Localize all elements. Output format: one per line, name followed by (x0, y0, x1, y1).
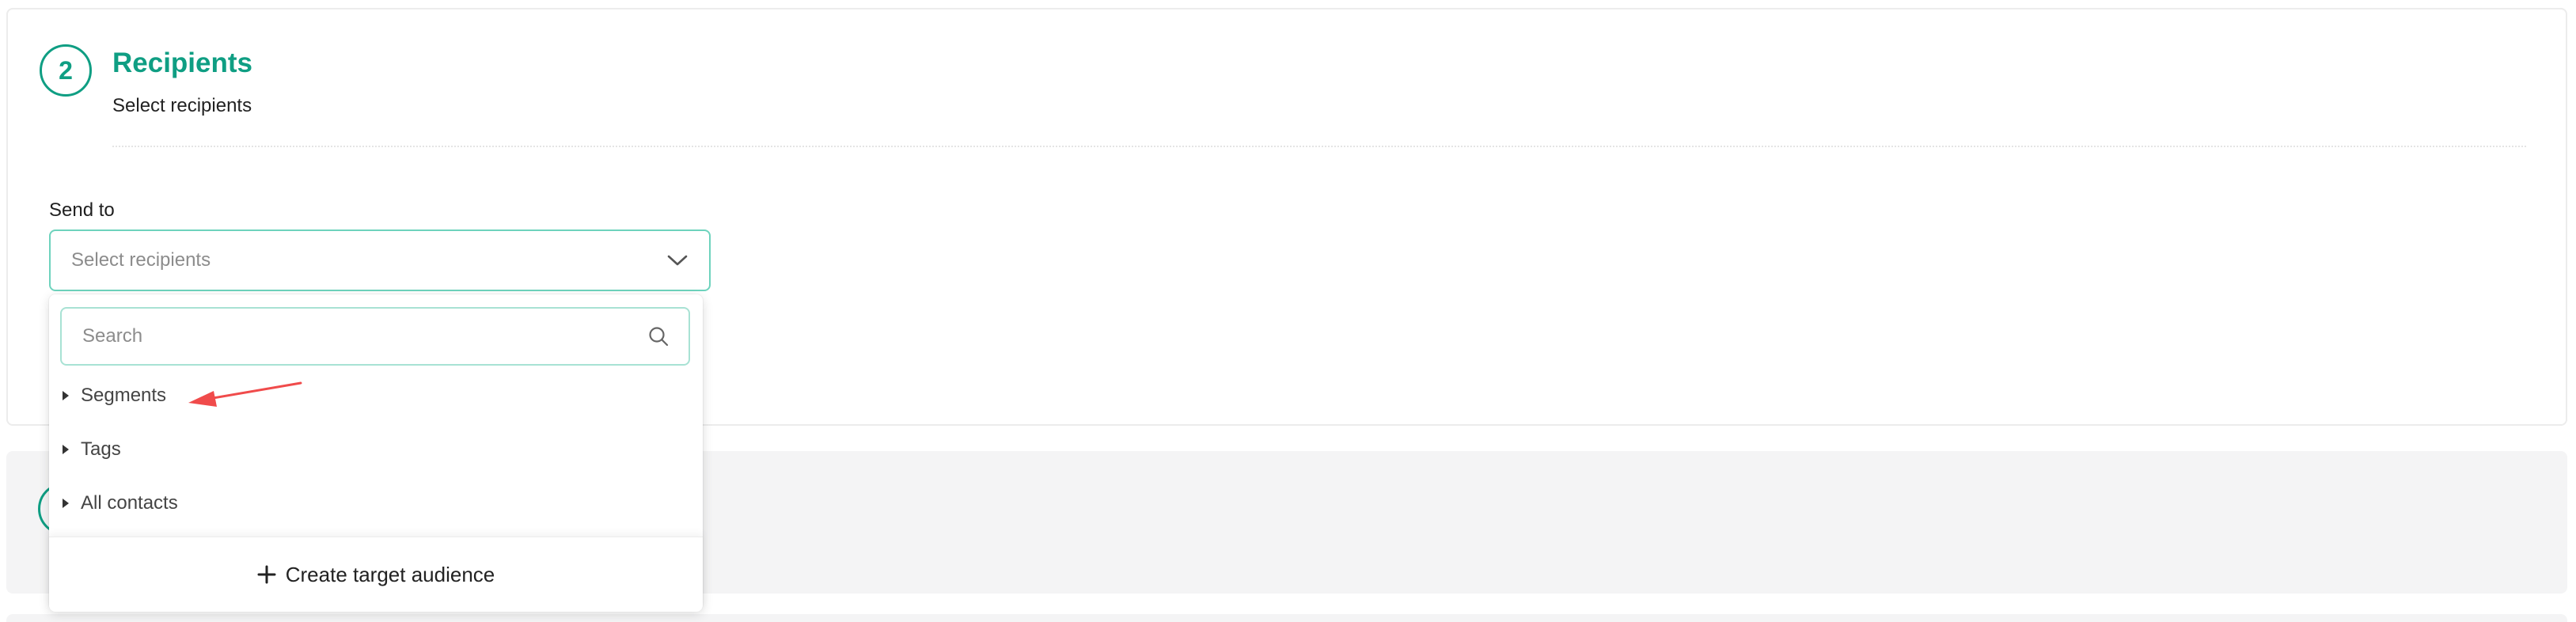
tree-item-label: Segments (81, 385, 167, 406)
tree-item-tags[interactable]: Tags (62, 432, 687, 467)
create-target-audience-label: Create target audience (285, 562, 495, 586)
search-input[interactable] (81, 324, 647, 348)
step-subtitle: Select recipients (112, 95, 252, 116)
recipients-select[interactable]: Select recipients (49, 229, 711, 291)
recipients-select-placeholder: Select recipients (71, 249, 211, 271)
send-to-label: Send to (49, 199, 115, 221)
tree-item-segments[interactable]: Segments (62, 378, 687, 413)
caret-right-icon (63, 499, 69, 508)
step-number-badge: 2 (40, 44, 92, 97)
tree-item-label: All contacts (81, 492, 178, 514)
search-icon (649, 327, 669, 347)
recipients-dropdown: Segments Tags All contacts Create target… (49, 294, 703, 612)
annotation-arrow-icon (188, 381, 302, 407)
tree-item-all-contacts[interactable]: All contacts (62, 486, 687, 521)
page: 2 Recipients Select recipients Send to S… (0, 0, 2576, 622)
section-divider (112, 146, 2526, 147)
search-field[interactable] (60, 307, 690, 366)
step-number: 2 (59, 55, 73, 85)
step-title: Recipients (112, 47, 252, 78)
following-step-card[interactable] (6, 614, 2567, 622)
plus-icon (257, 565, 276, 584)
caret-right-icon (63, 391, 69, 400)
create-target-audience-button[interactable]: Create target audience (49, 537, 703, 612)
chevron-down-icon (667, 255, 688, 266)
caret-right-icon (63, 445, 69, 454)
tree-item-label: Tags (81, 438, 121, 460)
